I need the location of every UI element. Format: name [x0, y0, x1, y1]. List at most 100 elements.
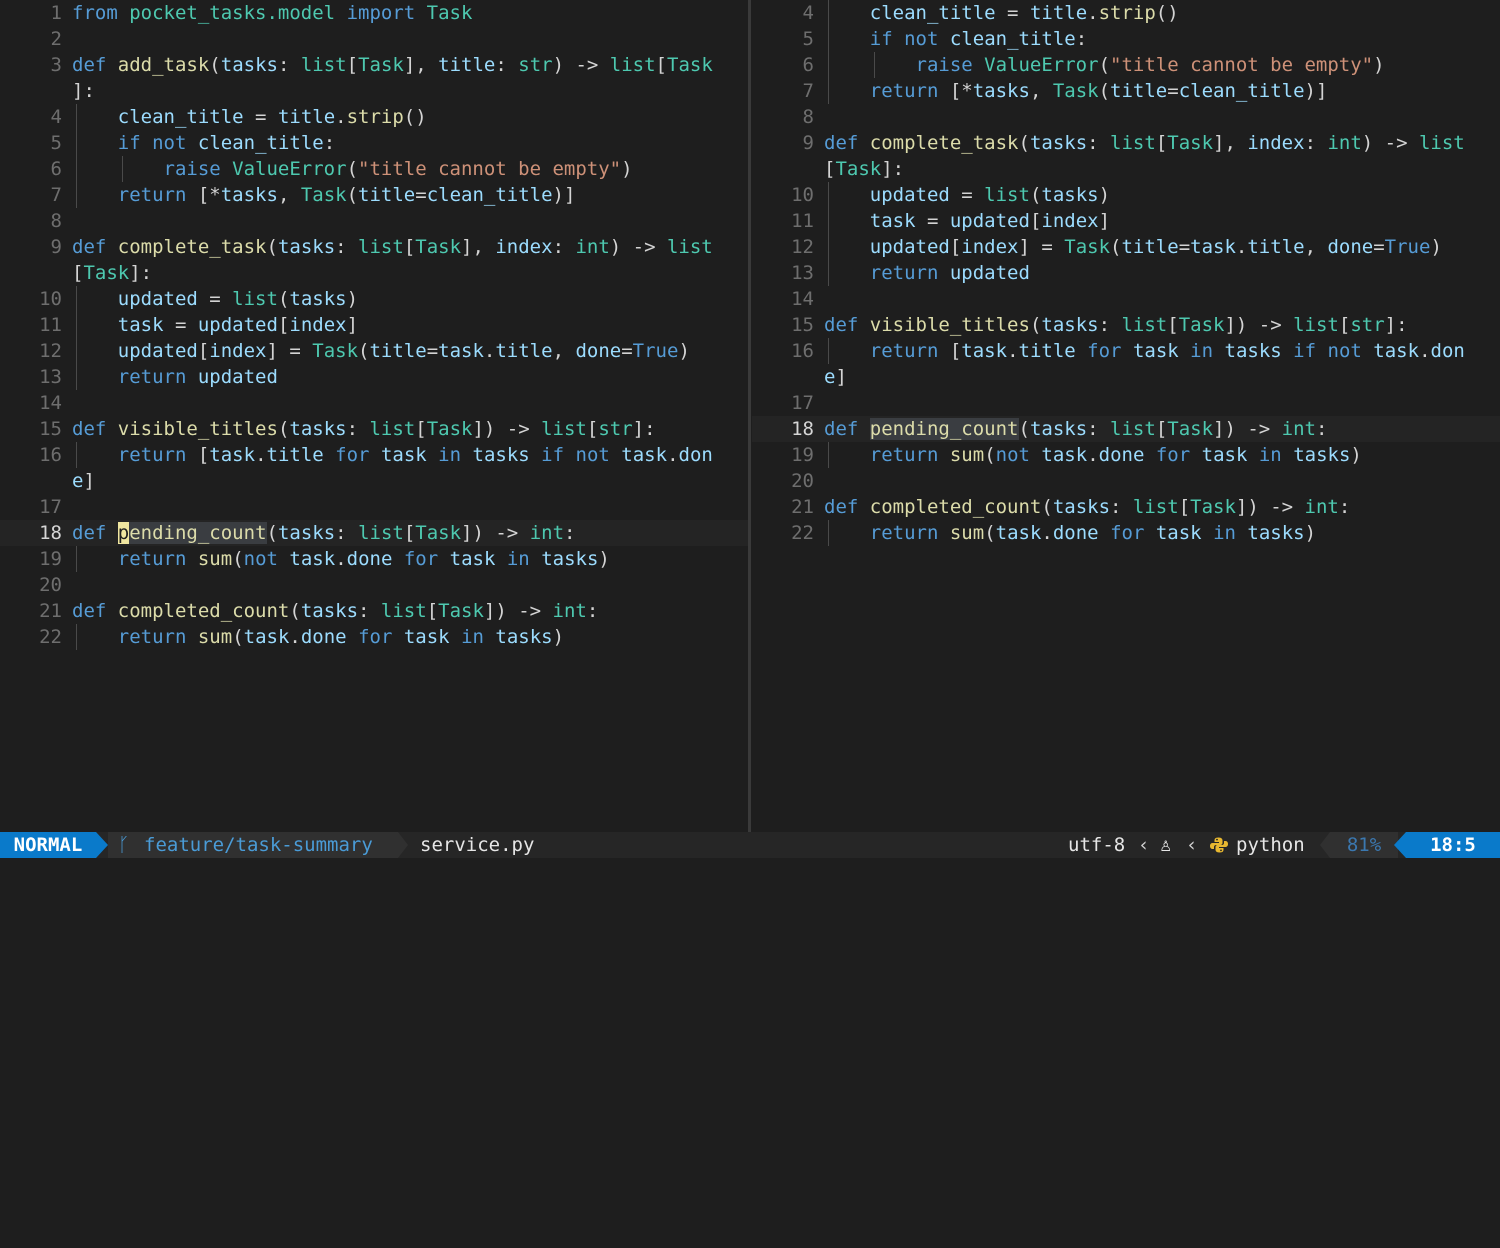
code-line-current[interactable]: 18 def pending_count(tasks: list[Task]) -…	[752, 416, 1500, 442]
code-token: list	[232, 288, 278, 310]
code-text: e]	[72, 468, 748, 494]
code-line[interactable]: 13 return updated	[0, 364, 748, 390]
file-name[interactable]: service.py	[420, 832, 534, 858]
code-token: for	[335, 444, 370, 466]
code-token: =	[621, 340, 633, 362]
code-line[interactable]: 15 def visible_titles(tasks: list[Task]) …	[752, 312, 1500, 338]
code-token: tasks	[1029, 418, 1088, 440]
code-token: :	[1304, 132, 1328, 154]
code-token: title	[1018, 340, 1076, 362]
code-token: task	[209, 444, 256, 466]
code-line[interactable]: e]	[752, 364, 1500, 390]
code-token: sum	[949, 522, 985, 544]
code-token: (	[289, 600, 301, 622]
code-line[interactable]: 11 task = updated[index]	[0, 312, 748, 338]
code-text: if not clean_title:	[824, 26, 1500, 52]
code-token: complete_task	[869, 132, 1019, 154]
code-line[interactable]: 19 return sum(not task.done for task in …	[752, 442, 1500, 468]
code-line[interactable]: 14	[0, 390, 748, 416]
code-line[interactable]: 7 return [*tasks, Task(title=clean_title…	[0, 182, 748, 208]
code-line[interactable]: 1 from pocket_tasks.model import Task	[0, 0, 748, 26]
line-number: 21	[39, 600, 62, 622]
position-separator	[1394, 832, 1406, 858]
code-line[interactable]: 9 def complete_task(tasks: list[Task], in…	[752, 130, 1500, 156]
code-token: :	[335, 236, 359, 258]
code-token: (	[358, 340, 370, 362]
code-line[interactable]: 9 def complete_task(tasks: list[Task], in…	[0, 234, 748, 260]
git-branch-segment[interactable]: ᚴ feature/task-summary	[108, 832, 398, 858]
code-line[interactable]: 20	[752, 468, 1500, 494]
editor-pane-right[interactable]: 4 clean_title = title.strip() 5 if not cl…	[752, 0, 1500, 832]
code-token: def	[72, 418, 107, 440]
code-line[interactable]: e]	[0, 468, 748, 494]
code-token: True	[1384, 236, 1431, 258]
code-line[interactable]: 10 updated = list(tasks)	[0, 286, 748, 312]
code-token: task	[449, 548, 496, 570]
code-line[interactable]: 21 def completed_count(tasks: list[Task])…	[0, 598, 748, 624]
code-line[interactable]: 22 return sum(task.done for task in task…	[752, 520, 1500, 546]
code-token: .	[289, 626, 301, 648]
code-line[interactable]: 3 def add_task(tasks: list[Task], title: …	[0, 52, 748, 78]
code-line[interactable]: 6 raise ValueError("title cannot be empt…	[0, 156, 748, 182]
code-line[interactable]: 8	[752, 104, 1500, 130]
code-token: int	[1304, 496, 1339, 518]
code-line[interactable]: 6 raise ValueError("title cannot be empt…	[752, 52, 1500, 78]
code-line[interactable]: 10 updated = list(tasks)	[752, 182, 1500, 208]
code-line[interactable]: 4 clean_title = title.strip()	[752, 0, 1500, 26]
code-line[interactable]: 5 if not clean_title:	[0, 130, 748, 156]
line-number: 4	[802, 2, 814, 24]
code-line[interactable]: 16 return [task.title for task in tasks …	[752, 338, 1500, 364]
code-token: Task	[1190, 496, 1236, 518]
code-text: task = updated[index]	[824, 208, 1500, 234]
line-number: 8	[50, 210, 62, 232]
code-line-current[interactable]: 18 def pending_count(tasks: list[Task]) -…	[0, 520, 748, 546]
code-text: from pocket_tasks.model import Task	[72, 0, 748, 26]
code-line[interactable]: 21 def completed_count(tasks: list[Task])…	[752, 494, 1500, 520]
editor-pane-left[interactable]: 1 from pocket_tasks.model import Task 2 3 de…	[0, 0, 748, 832]
code-token: return	[869, 262, 939, 284]
code-line[interactable]: 14	[752, 286, 1500, 312]
git-branch-icon: ᚴ	[118, 834, 130, 856]
split-divider[interactable]	[748, 0, 751, 832]
code-token: [	[1155, 418, 1168, 440]
line-number: 12	[39, 340, 62, 362]
code-line[interactable]: 5 if not clean_title:	[752, 26, 1500, 52]
code-token: task	[289, 548, 336, 570]
code-line[interactable]: 15 def visible_titles(tasks: list[Task]) …	[0, 416, 748, 442]
code-token: tasks	[300, 600, 359, 622]
code-line[interactable]: 17	[752, 390, 1500, 416]
code-line[interactable]: 4 clean_title = title.strip()	[0, 104, 748, 130]
code-line[interactable]: 8	[0, 208, 748, 234]
code-line[interactable]: 12 updated[index] = Task(title=task.titl…	[752, 234, 1500, 260]
code-line[interactable]: 13 return updated	[752, 260, 1500, 286]
code-line[interactable]: 17	[0, 494, 748, 520]
code-line[interactable]: 11 task = updated[index]	[752, 208, 1500, 234]
code-line[interactable]: 7 return [*tasks, Task(title=clean_title…	[752, 78, 1500, 104]
code-line[interactable]: 19 return sum(not task.done for task in …	[0, 546, 748, 572]
code-token: int	[575, 236, 610, 258]
code-token: def	[72, 54, 107, 76]
code-token: [	[346, 54, 359, 76]
code-line[interactable]: 16 return [task.title for task in tasks …	[0, 442, 748, 468]
code-line[interactable]: 20	[0, 572, 748, 598]
command-line[interactable]	[0, 858, 1500, 885]
code-line[interactable]: [Task]:	[752, 156, 1500, 182]
code-line[interactable]: ]:	[0, 78, 748, 104]
code-token: in	[506, 548, 530, 570]
code-token: ) ->	[609, 236, 667, 258]
code-line[interactable]: 2	[0, 26, 748, 52]
code-token: if	[869, 28, 893, 50]
code-text: raise ValueError("title cannot be empty"…	[824, 52, 1500, 78]
code-token: done	[1327, 236, 1374, 258]
code-line[interactable]: [Task]:	[0, 260, 748, 286]
code-line[interactable]: 12 updated[index] = Task(title=task.titl…	[0, 338, 748, 364]
code-token: =	[197, 288, 233, 310]
code-line[interactable]: 22 return sum(task.done for task in task…	[0, 624, 748, 650]
